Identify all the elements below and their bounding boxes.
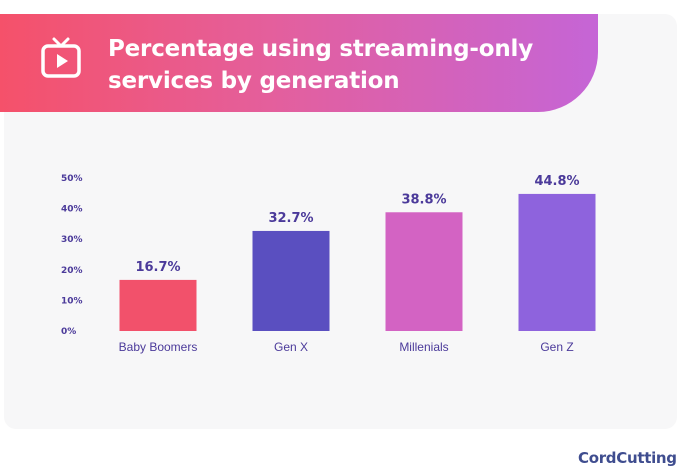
y-tick-label: 20% (61, 266, 83, 276)
brand-logo: CordCutting (578, 449, 677, 467)
bar-chart: 0% 10% 20% 30% 40% 50% 16.7% Baby Boomers 32.7% G… (61, 174, 596, 354)
data-label: 44.8% (534, 174, 579, 189)
x-tick-label: Gen X (274, 340, 308, 354)
x-tick-label: Baby Boomers (119, 340, 198, 354)
data-label: 38.8% (401, 192, 446, 207)
data-label: 16.7% (135, 260, 180, 275)
bar-gen-x (252, 230, 330, 331)
y-tick-label: 10% (61, 296, 83, 306)
bar-baby-boomers (119, 279, 197, 331)
x-tick-label: Millenials (399, 340, 448, 354)
bar-millenials (385, 212, 463, 331)
y-tick-label: 50% (61, 174, 83, 184)
bar-gen-z (518, 193, 596, 331)
x-tick-label: Gen Z (540, 340, 573, 354)
data-label: 32.7% (268, 211, 313, 226)
y-tick-label: 30% (61, 235, 83, 245)
y-tick-label: 40% (61, 205, 83, 215)
y-tick-label: 0% (61, 327, 76, 337)
